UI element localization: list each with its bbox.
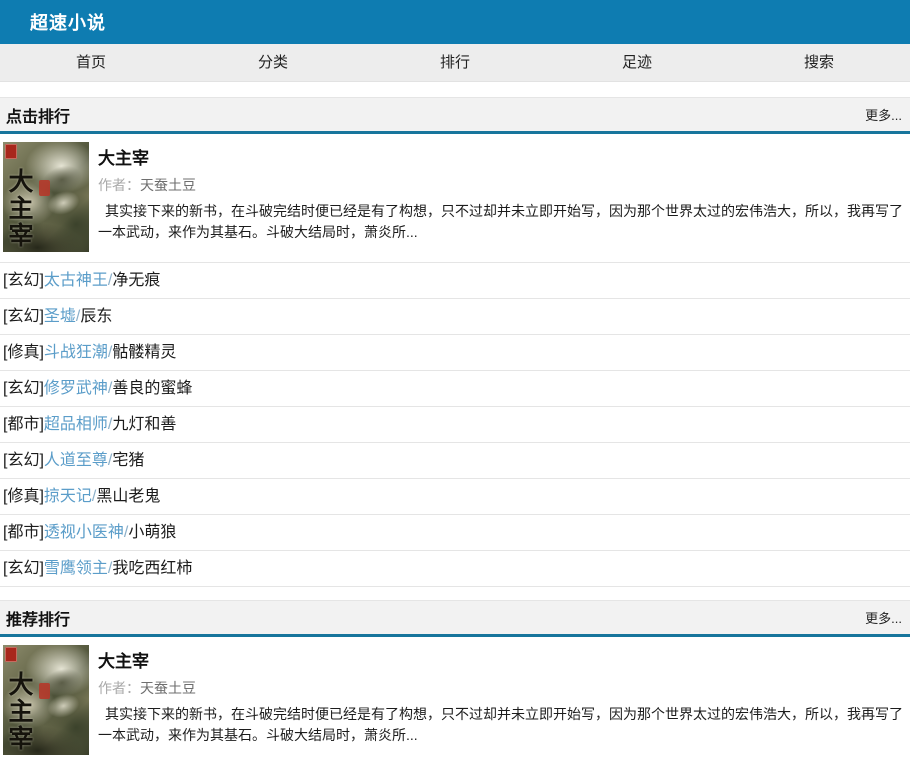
nav-item-home[interactable]: 首页: [0, 44, 182, 81]
book-category: [玄幻]: [3, 272, 44, 289]
dragon-artwork: [29, 656, 89, 735]
list-item: [修真]斗战狂潮/骷髅精灵: [0, 334, 910, 370]
seal-stamp-icon: [5, 144, 17, 159]
nav-item-ranking[interactable]: 排行: [364, 44, 546, 81]
seal-stamp-icon: [5, 647, 17, 662]
book-list: [玄幻]太古神王/净无痕 [玄幻]圣墟/辰东 [修真]斗战狂潮/骷髅精灵 [玄幻…: [0, 262, 910, 587]
section-header: 推荐排行 更多...: [0, 600, 910, 637]
book-category: [玄幻]: [3, 560, 44, 577]
book-author: 九灯和善: [112, 416, 176, 433]
main-nav: 首页 分类 排行 足迹 搜索: [0, 44, 910, 82]
book-author: 黑山老鬼: [96, 488, 160, 505]
book-author: 净无痕: [112, 272, 160, 289]
book-category: [修真]: [3, 488, 44, 505]
book-author: 小萌狼: [128, 524, 176, 541]
list-item: [修真]掠天记/黑山老鬼: [0, 478, 910, 514]
seal-small-icon: [39, 683, 50, 699]
featured-book-title-link[interactable]: 大主宰: [98, 144, 910, 169]
section-header: 点击排行 更多...: [0, 97, 910, 134]
book-title-link[interactable]: 超品相师: [44, 416, 108, 433]
book-author: 辰东: [80, 308, 112, 325]
book-author: 宅猪: [112, 452, 144, 469]
book-title-link[interactable]: 掠天记: [44, 488, 92, 505]
featured-book-info: 大主宰 作者：天蚕土豆 其实接下来的新书，在斗破完结时便已经是有了构想，只不过却…: [98, 645, 910, 755]
seal-small-icon: [39, 180, 50, 196]
book-title-link[interactable]: 雪鹰领主: [44, 560, 108, 577]
featured-book-description: 其实接下来的新书，在斗破完结时便已经是有了构想，只不过却并未立即开始写，因为那个…: [98, 201, 910, 243]
featured-book-author: 作者：天蚕土豆: [98, 175, 910, 195]
book-title-link[interactable]: 人道至尊: [44, 452, 108, 469]
list-item: [都市]超品相师/九灯和善: [0, 406, 910, 442]
author-name: 天蚕土豆: [140, 680, 196, 696]
book-title-link[interactable]: 太古神王: [44, 272, 108, 289]
book-title-link[interactable]: 圣墟: [44, 308, 76, 325]
more-link[interactable]: 更多...: [865, 105, 902, 124]
list-item: [玄幻]圣墟/辰东: [0, 298, 910, 334]
book-title-link[interactable]: 修罗武神: [44, 380, 108, 397]
featured-book: 大主宰 大主宰 作者：天蚕土豆 其实接下来的新书，在斗破完结时便已经是有了构想，…: [0, 134, 910, 262]
section-title: 推荐排行: [6, 606, 70, 630]
section-recommend-ranking: 推荐排行 更多... 大主宰 大主宰 作者：天蚕土豆 其实接下来的新书，在斗破完…: [0, 600, 910, 765]
featured-book-title-link[interactable]: 大主宰: [98, 647, 910, 672]
book-author: 我吃西红柿: [112, 560, 192, 577]
list-item: [都市]透视小医神/小萌狼: [0, 514, 910, 550]
book-cover-image[interactable]: 大主宰: [3, 645, 89, 755]
featured-book: 大主宰 大主宰 作者：天蚕土豆 其实接下来的新书，在斗破完结时便已经是有了构想，…: [0, 637, 910, 765]
book-author: 善良的蜜蜂: [112, 380, 192, 397]
book-title-link[interactable]: 透视小医神: [44, 524, 124, 541]
app-header: 超速小说: [0, 0, 910, 44]
more-link[interactable]: 更多...: [865, 608, 902, 627]
cover-title-text: 大主宰: [6, 671, 31, 752]
author-label: 作者：: [98, 680, 140, 696]
list-item: [玄幻]修罗武神/善良的蜜蜂: [0, 370, 910, 406]
section-title: 点击排行: [6, 103, 70, 127]
book-category: [都市]: [3, 524, 44, 541]
site-title[interactable]: 超速小说: [30, 9, 106, 35]
book-title-link[interactable]: 斗战狂潮: [44, 344, 108, 361]
cover-title-text: 大主宰: [6, 168, 31, 249]
book-category: [都市]: [3, 416, 44, 433]
list-item: [玄幻]雪鹰领主/我吃西红柿: [0, 550, 910, 586]
book-category: [玄幻]: [3, 308, 44, 325]
book-cover-image[interactable]: 大主宰: [3, 142, 89, 252]
book-author: 骷髅精灵: [112, 344, 176, 361]
list-item: [玄幻]人道至尊/宅猪: [0, 442, 910, 478]
nav-item-footprints[interactable]: 足迹: [546, 44, 728, 81]
book-category: [玄幻]: [3, 380, 44, 397]
dragon-artwork: [29, 153, 89, 232]
section-click-ranking: 点击排行 更多... 大主宰 大主宰 作者：天蚕土豆 其实接下来的新书，在斗破完…: [0, 97, 910, 587]
book-category: [修真]: [3, 344, 44, 361]
author-label: 作者：: [98, 177, 140, 193]
main-content: 点击排行 更多... 大主宰 大主宰 作者：天蚕土豆 其实接下来的新书，在斗破完…: [0, 97, 910, 765]
featured-book-info: 大主宰 作者：天蚕土豆 其实接下来的新书，在斗破完结时便已经是有了构想，只不过却…: [98, 142, 910, 252]
list-item: [玄幻]太古神王/净无痕: [0, 262, 910, 298]
featured-book-description: 其实接下来的新书，在斗破完结时便已经是有了构想，只不过却并未立即开始写，因为那个…: [98, 704, 910, 746]
nav-item-search[interactable]: 搜索: [728, 44, 910, 81]
book-category: [玄幻]: [3, 452, 44, 469]
nav-item-categories[interactable]: 分类: [182, 44, 364, 81]
author-name: 天蚕土豆: [140, 177, 196, 193]
featured-book-author: 作者：天蚕土豆: [98, 678, 910, 698]
